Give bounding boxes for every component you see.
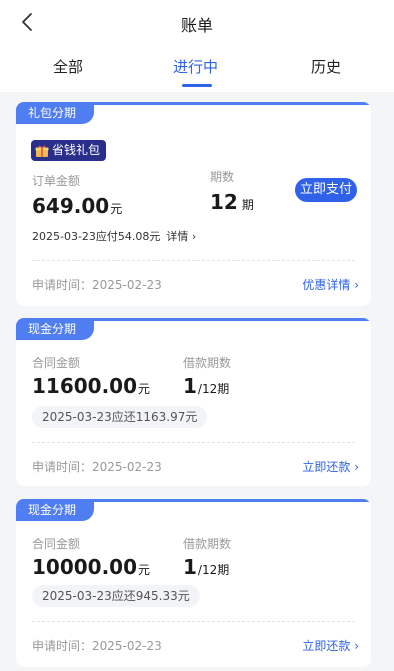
loan-period-label: 借款期数 <box>183 356 232 370</box>
contract-amount-label: 合同金额 <box>32 537 81 551</box>
due-detail-link[interactable]: 详情 › <box>166 230 196 243</box>
divider <box>32 260 355 261</box>
divider <box>32 442 355 443</box>
order-amount-label: 订单金额 <box>32 174 81 188</box>
repay-now-link[interactable]: 立即还款 › <box>302 637 359 654</box>
divider <box>32 621 355 622</box>
page-title: 账单 <box>180 16 213 35</box>
apply-time: 申请时间：2025-02-23 <box>32 639 162 653</box>
apply-time: 申请时间：2025-02-23 <box>32 278 162 292</box>
card-tag: 礼包分期 <box>16 102 95 124</box>
due-amount-pill: 2025-03-23应还945.33元 <box>32 585 200 607</box>
contract-amount: 10000.00元 <box>32 555 151 579</box>
bill-card-gift[interactable]: 礼包分期 省钱礼包 订单金额 649.00元 期数 12 期 立即支付 2025-… <box>16 102 371 306</box>
tab-bar: 全部 进行中 历史 <box>0 44 394 92</box>
order-amount: 649.00元 <box>32 194 123 218</box>
pay-now-button[interactable]: 立即支付 <box>295 178 357 202</box>
card-tag: 现金分期 <box>16 499 95 521</box>
apply-time: 申请时间：2025-02-23 <box>32 460 162 474</box>
due-amount-pill: 2025-03-23应还1163.97元 <box>32 406 208 428</box>
bill-card-cash-1[interactable]: 现金分期 合同金额 11600.00元 借款期数 1/12期 2025-03-2… <box>16 318 371 486</box>
repay-now-link[interactable]: 立即还款 › <box>302 458 359 475</box>
tab-in-progress[interactable]: 进行中 <box>173 56 218 77</box>
bill-card-cash-2[interactable]: 现金分期 合同金额 10000.00元 借款期数 1/12期 2025-03-2… <box>16 499 371 667</box>
period-value: 12 期 <box>210 190 254 214</box>
contract-amount-label: 合同金额 <box>32 356 81 370</box>
period-label: 期数 <box>210 170 235 184</box>
loan-period-label: 借款期数 <box>183 537 232 551</box>
tab-all[interactable]: 全部 <box>53 56 83 77</box>
gift-pack-badge: 省钱礼包 <box>31 140 107 161</box>
due-info: 2025-03-23应付54.08元 详情 › <box>32 230 197 243</box>
loan-period-value: 1/12期 <box>183 555 230 579</box>
contract-amount: 11600.00元 <box>32 374 151 398</box>
tab-history[interactable]: 历史 <box>311 56 341 77</box>
gift-badge-label: 省钱礼包 <box>52 143 101 157</box>
loan-period-value: 1/12期 <box>183 374 230 398</box>
gift-icon <box>35 145 49 157</box>
top-bar: 账单 <box>0 0 394 44</box>
card-tag: 现金分期 <box>16 318 95 340</box>
active-tab-indicator <box>182 84 212 87</box>
discount-details-link[interactable]: 优惠详情 › <box>302 276 359 293</box>
